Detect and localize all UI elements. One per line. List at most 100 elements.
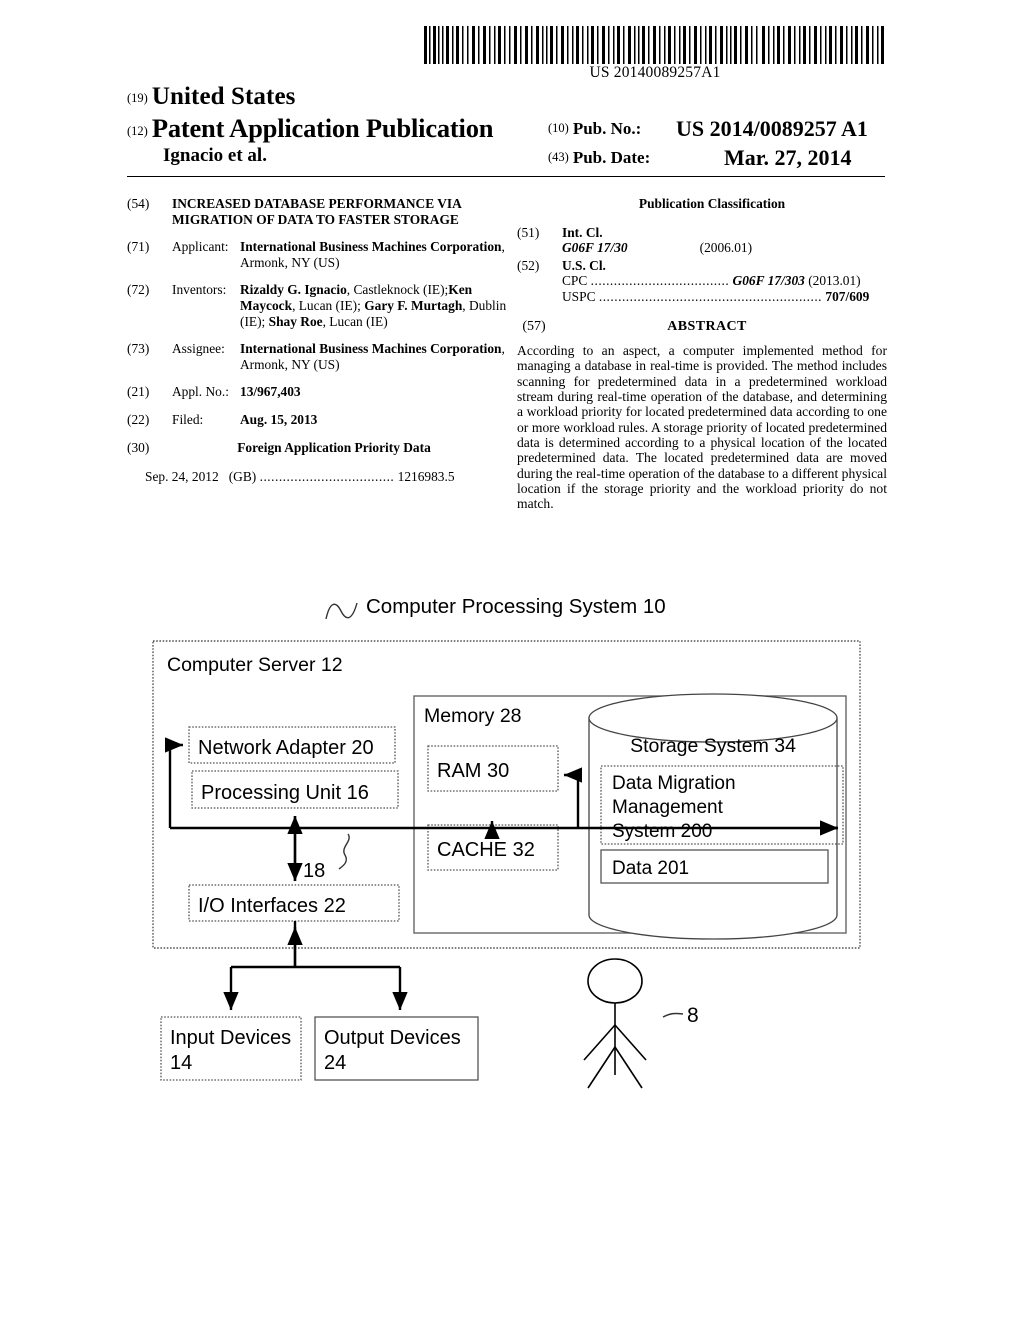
invention-title: INCREASED DATABASE PERFORMANCE VIA MIGRA…: [172, 196, 462, 227]
bibliographic-left-column: (54) INCREASED DATABASE PERFORMANCE VIA …: [127, 196, 512, 497]
pub-no-label: Pub. No.:: [572, 119, 642, 138]
appl-no-label: Appl. No.:: [172, 384, 229, 400]
user-stick-figure-icon: [583, 958, 647, 1089]
inventors-label: Inventors:: [172, 282, 227, 298]
inid-51: (51): [517, 224, 540, 240]
output-devices-label-line1: Output Devices: [324, 1027, 461, 1049]
user-reference-label: 8: [687, 1004, 699, 1027]
figure-caption: Computer Processing System 10: [366, 595, 666, 618]
computer-server-label: Computer Server 12: [167, 654, 343, 676]
inid-19: (19): [127, 91, 148, 105]
publication-number-row: (10) Pub. No.: US 2014/0089257 A1: [548, 116, 868, 141]
cpc-row: CPC ....................................…: [562, 273, 887, 289]
memory-label: Memory 28: [424, 705, 522, 727]
foreign-priority-heading: Foreign Application Priority Data: [237, 439, 431, 455]
field-int-cl: (51) Int. Cl. G06F 17/30 (2006.01): [517, 225, 887, 256]
inid-10: (10): [548, 121, 569, 135]
processing-unit-label: Processing Unit 16: [201, 782, 369, 804]
barcode-area: US 20140089257A1: [424, 26, 886, 81]
int-cl-label: Int. Cl.: [562, 224, 603, 240]
io-interfaces-label: I/O Interfaces 22: [198, 895, 346, 917]
barcode-number: US 20140089257A1: [589, 64, 721, 81]
cache-label: CACHE 32: [437, 839, 535, 861]
assignee-label: Assignee:: [172, 341, 225, 357]
abstract-text: According to an aspect, a computer imple…: [517, 343, 887, 512]
assignee-value: International Business Machines Corporat…: [240, 341, 512, 372]
applicant-value: International Business Machines Corporat…: [240, 239, 512, 270]
priority-dots: ...................................: [259, 469, 395, 485]
figure-drawing: Computer Processing System 10 Computer S…: [152, 595, 861, 1089]
inid-57: (57): [522, 318, 546, 334]
int-cl-edition: (2006.01): [699, 240, 753, 256]
dmms-label-line3: System 200: [612, 821, 712, 842]
document-type: Patent Application Publication: [151, 113, 494, 143]
pub-date-label: Pub. Date:: [572, 148, 651, 167]
field-us-cl: (52) U.S. Cl. CPC ......................…: [517, 258, 887, 305]
bus-to-network-adapter-arrow: [165, 737, 184, 828]
priority-number: 1216983.5: [397, 469, 455, 485]
inid-73: (73): [127, 341, 150, 357]
us-cl-body: U.S. Cl. CPC ...........................…: [562, 258, 887, 305]
inid-72: (72): [127, 282, 150, 298]
publication-classification-heading: Publication Classification: [638, 196, 786, 211]
field-appl-no: (21) Appl. No.: 13/967,403: [127, 384, 512, 400]
pub-no-value: US 2014/0089257 A1: [676, 116, 868, 141]
cpc-label: CPC: [562, 273, 588, 289]
input-devices-label-line2: 14: [170, 1052, 192, 1074]
caption-leader-squiggle: [325, 602, 358, 620]
abstract-heading-row: (57) ABSTRACT: [517, 319, 887, 335]
uspc-label: USPC: [562, 288, 596, 304]
input-devices-label-line1: Input Devices: [170, 1027, 291, 1049]
inid-52: (52): [517, 257, 540, 273]
int-cl-body: Int. Cl. G06F 17/30 (2006.01): [562, 225, 887, 256]
field-filed: (22) Filed: Aug. 15, 2013: [127, 412, 512, 428]
inid-21: (21): [127, 384, 150, 400]
data-201-label: Data 201: [612, 858, 689, 879]
inventor-place: , Castleknock (IE);: [346, 282, 449, 298]
inventor-name: Gary F. Murtagh: [364, 297, 463, 313]
inventor-place: , Lucan (IE): [322, 313, 388, 329]
inid-12: (12): [127, 124, 148, 138]
inid-30: (30): [127, 439, 150, 455]
uspc-code: 707/609: [825, 288, 870, 304]
int-cl-code: G06F 17/30: [562, 240, 628, 256]
priority-country: (GB): [228, 469, 257, 485]
bus-leader-squiggle: [338, 833, 350, 870]
us-cl-label: U.S. Cl.: [562, 257, 606, 273]
figure-1: Computer Processing System 10 Computer S…: [0, 585, 1024, 1105]
country-name: United States: [151, 83, 296, 110]
document-type-line: (12) Patent Application Publication: [127, 113, 557, 144]
cpc-dots: ....................................: [590, 273, 730, 289]
field-title: (54) INCREASED DATABASE PERFORMANCE VIA …: [127, 196, 512, 227]
inventor-place: , Lucan (IE);: [292, 297, 365, 313]
bus-label: 18: [303, 860, 325, 882]
inid-71: (71): [127, 239, 150, 255]
header-divider: [127, 176, 885, 177]
publication-date-row: (43) Pub. Date: Mar. 27, 2014: [548, 145, 852, 170]
uspc-row: USPC ...................................…: [562, 289, 887, 305]
inventor-shortname: Ignacio et al.: [163, 145, 267, 166]
pub-date-value: Mar. 27, 2014: [724, 145, 852, 170]
field-applicant: (71) Applicant: International Business M…: [127, 239, 512, 270]
applicant-label: Applicant:: [172, 239, 229, 255]
country-line: (19) United States: [127, 83, 547, 111]
output-devices-label-line2: 24: [324, 1052, 346, 1074]
bus-to-ram-arrow: [563, 767, 582, 828]
priority-date: Sep. 24, 2012: [145, 469, 219, 485]
storage-system-label: Storage System 34: [630, 735, 796, 757]
dmms-label-line2: Management: [612, 797, 724, 818]
inventors-value: Rizaldy G. Ignacio, Castleknock (IE);Ken…: [240, 282, 512, 329]
inid-43: (43): [548, 150, 569, 164]
inventor-name: Shay Roe: [268, 313, 323, 329]
bibliographic-right-column: Publication Classification (51) Int. Cl.…: [517, 196, 887, 511]
filed-value: Aug. 15, 2013: [240, 411, 318, 427]
assignee-name: International Business Machines Corporat…: [240, 341, 502, 357]
user-leader-line: [662, 1012, 684, 1018]
foreign-priority-row: Sep. 24, 2012 (GB) .....................…: [145, 469, 512, 485]
uspc-dots: ........................................…: [598, 288, 823, 304]
inid-54: (54): [127, 196, 150, 211]
dmms-label-line1: Data Migration: [612, 773, 736, 794]
appl-no-value: 13/967,403: [240, 384, 301, 400]
network-adapter-label: Network Adapter 20: [198, 737, 374, 759]
int-cl-row: G06F 17/30 (2006.01): [562, 240, 887, 256]
